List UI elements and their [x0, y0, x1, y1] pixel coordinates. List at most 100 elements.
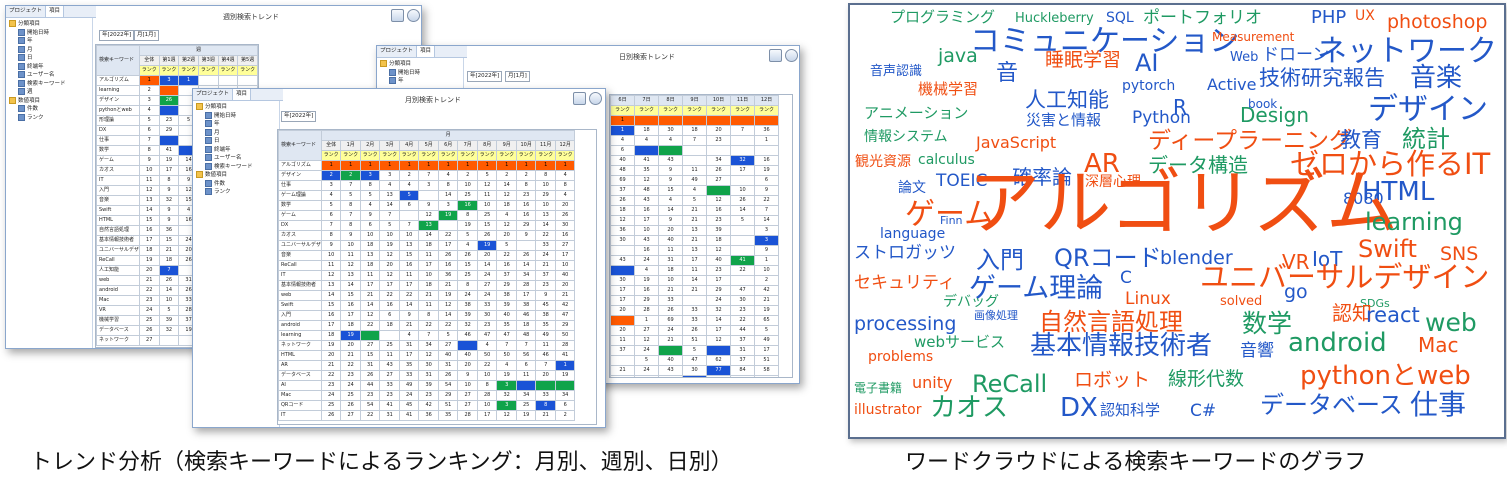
- table-row[interactable]: 30 43 40 21 18 3: [610, 235, 779, 246]
- table-row[interactable]: AR 21 22 31 43 35 30 31 20 22 4 6 7 1: [278, 360, 576, 371]
- tree-node[interactable]: ランク: [6, 113, 92, 123]
- column-header[interactable]: 8月: [476, 140, 498, 151]
- table-row[interactable]: Mac 24 25 23 23 24 23 29 27 28 32 34 33 34: [278, 390, 576, 401]
- column-header[interactable]: 第1週: [158, 55, 180, 66]
- column-header[interactable]: 7日: [634, 95, 659, 106]
- table-row[interactable]: 音楽 10 11 13 12 15 11 26 26 20 22 26 24 17: [278, 250, 576, 261]
- tree-node[interactable]: 検索キーワード: [6, 79, 92, 89]
- table-row[interactable]: IT 12 13 11 12 11 10 36 25 24 37 34 37 40: [278, 270, 576, 281]
- table-row[interactable]: 20 28 26 33 32 23 19: [610, 305, 779, 316]
- table-row[interactable]: 1 18 30 18 20 7 36: [610, 125, 779, 136]
- table-row[interactable]: 6: [610, 145, 779, 156]
- table-row[interactable]: 12 17 9 21 23 5 14: [610, 215, 779, 226]
- play-icon[interactable]: [589, 92, 602, 105]
- tree-node[interactable]: 開始日時: [6, 28, 92, 38]
- tree-node[interactable]: 月: [6, 45, 92, 55]
- table-row[interactable]: 5 40 47 62 37 51: [610, 355, 779, 366]
- table-row[interactable]: 40 41 43 34 32 16: [610, 155, 779, 166]
- table-row[interactable]: 43 24 31 17 40 41 1: [610, 255, 779, 266]
- tree-node[interactable]: 検索キーワード: [193, 162, 279, 172]
- table-row[interactable]: 入門 16 17 12 6 9 8 14 39 30 40 46 38 47: [278, 310, 576, 321]
- month-select[interactable]: 月[1月]: [134, 30, 159, 41]
- column-header[interactable]: 4月: [398, 140, 420, 151]
- column-header[interactable]: 6日: [610, 95, 635, 106]
- play-icon[interactable]: [407, 9, 420, 22]
- year-select[interactable]: 年[2022年]: [467, 71, 503, 82]
- tree-node[interactable]: 数値項目: [6, 96, 92, 106]
- tab-items[interactable]: 項目: [233, 89, 252, 100]
- table-row[interactable]: AI 23 24 44 33 49 39 54 10 8 3: [278, 380, 576, 391]
- column-header[interactable]: 第2週: [178, 55, 199, 66]
- play-icon[interactable]: [785, 49, 798, 62]
- column-header[interactable]: 10日: [706, 95, 731, 106]
- tree-node[interactable]: 日: [6, 54, 92, 63]
- layout-icon[interactable]: [769, 49, 782, 62]
- table-row[interactable]: ゲーム理論 4 5 5 13 5 14 25 11 12 23 29 4: [278, 190, 576, 201]
- tab-items[interactable]: 項目: [417, 46, 436, 57]
- month-select[interactable]: 月[1月]: [505, 71, 530, 82]
- layout-icon[interactable]: [391, 9, 404, 22]
- tree-node[interactable]: 月: [193, 128, 279, 138]
- table-row[interactable]: HTML 20 21 15 11 17 12 40 40 50 50 56 46 41: [278, 350, 576, 361]
- column-header[interactable]: 第3週: [197, 55, 219, 66]
- column-header[interactable]: 11日: [730, 95, 755, 106]
- table-row[interactable]: 30 19 10 14 17 2: [610, 275, 779, 286]
- table-row[interactable]: QRコード 25 26 54 41 45 42 51 27 10 3 25 8 6: [278, 400, 576, 411]
- table-row[interactable]: 1: [610, 115, 779, 126]
- table-row[interactable]: learning 18 19 4 7 5 46 47 47 48 49 50: [278, 330, 576, 341]
- table-row[interactable]: 26 43 4 5 12 26 22: [610, 195, 779, 206]
- table-row[interactable]: 17 16 21 21 29 47 42: [610, 285, 779, 296]
- table-row[interactable]: データベース 22 23 26 27 33 31 26 9 10 19 11 20 19: [278, 370, 576, 381]
- column-header[interactable]: 12日: [754, 95, 779, 106]
- table-row[interactable]: アルゴリズム 1 1 1 1 1 1 1 1 1 1 1 1 1: [278, 160, 576, 171]
- table-row[interactable]: ネットワーク 19 20 27 25 31 34 27 4 7 7 11 28: [278, 340, 576, 351]
- table-row[interactable]: 37 24 5 31 17: [610, 345, 779, 356]
- column-header[interactable]: 第4週: [217, 55, 239, 66]
- tree-node[interactable]: 年: [193, 120, 279, 129]
- layout-icon[interactable]: [573, 92, 586, 105]
- table-row[interactable]: 17 29 33 24 30 21: [610, 295, 779, 306]
- column-header[interactable]: 9月: [496, 140, 517, 151]
- table-row[interactable]: 37 48 15 4 10 9: [610, 185, 779, 196]
- column-header[interactable]: 5月: [418, 140, 439, 151]
- column-header[interactable]: 全体: [138, 55, 160, 66]
- column-header[interactable]: 9日: [682, 95, 707, 106]
- column-header[interactable]: 第5週: [237, 55, 258, 66]
- tree-node[interactable]: 件数: [6, 105, 92, 114]
- tree-node[interactable]: ユーザー名: [193, 154, 279, 163]
- tree-node[interactable]: 開始日時: [377, 68, 463, 78]
- table-row[interactable]: DX 7 8 6 5 7 13 19 15 12 29 14 30: [278, 220, 576, 231]
- column-header[interactable]: 12月: [554, 140, 576, 151]
- column-header[interactable]: 11月: [535, 140, 556, 151]
- tree-node[interactable]: ランク: [193, 188, 279, 197]
- table-row[interactable]: web 14 15 21 22 22 21 19 24 24 38 17 9 21: [278, 290, 576, 301]
- table-row[interactable]: 基本情報技術者 13 14 17 17 17 18 21 8 27 29 28 23 20: [278, 280, 576, 291]
- tab-project[interactable]: プロジェクト: [377, 46, 418, 57]
- table-row[interactable]: android 17 18 22 18 21 22 22 32 23 35 18 35 29: [278, 320, 576, 331]
- column-header[interactable]: 全体: [320, 140, 342, 151]
- tree-node[interactable]: 日: [193, 137, 279, 146]
- year-select[interactable]: 年[2022年]: [281, 111, 317, 122]
- table-row[interactable]: ユニバーサルデザ 9 10 18 19 13 18 17 4 19 5 33 27: [278, 240, 576, 251]
- table-row[interactable]: ゲーム 6 7 9 7 12 19 8 25 4 16 13 26: [278, 210, 576, 221]
- tree-node[interactable]: ユーザー名: [6, 71, 92, 80]
- year-select[interactable]: 年[2022年]: [99, 30, 135, 41]
- table-row[interactable]: ReCall 11 12 18 20 16 17 16 15 14 16 14 21 10: [278, 260, 576, 271]
- tree-node[interactable]: 分類項目: [6, 20, 92, 29]
- column-header[interactable]: 3月: [379, 140, 400, 151]
- table-row[interactable]: 4 18 11 23 22 10: [610, 265, 779, 276]
- table-row[interactable]: IT 26 27 22 31 41 36 35 28 17 12 19 21 2: [278, 410, 576, 421]
- tree-node[interactable]: 件数: [193, 179, 279, 189]
- tab-project[interactable]: プロジェクト: [193, 89, 234, 100]
- column-header[interactable]: 1月: [340, 140, 361, 151]
- table-row[interactable]: Swift 15 16 14 16 14 11 12 38 33 39 38 45 42: [278, 300, 576, 311]
- table-row[interactable]: デザイン 2 2 3 3 2 7 4 2 5 2 2 8 4: [278, 170, 576, 181]
- table-row[interactable]: 11 12 21 51 12 37 49: [610, 335, 779, 346]
- table-row[interactable]: 4 4 4 7 23 1: [610, 135, 779, 146]
- table-row[interactable]: 18 16 14 21 16 14 7: [610, 205, 779, 216]
- tree-node[interactable]: 週: [6, 88, 92, 97]
- tree-node[interactable]: 数値項目: [193, 171, 279, 180]
- table-row[interactable]: 数学 5 8 4 14 6 9 3 16 10 18 16 10 20: [278, 200, 576, 211]
- tree-node[interactable]: 年: [377, 77, 463, 86]
- column-header[interactable]: 7月: [457, 140, 478, 151]
